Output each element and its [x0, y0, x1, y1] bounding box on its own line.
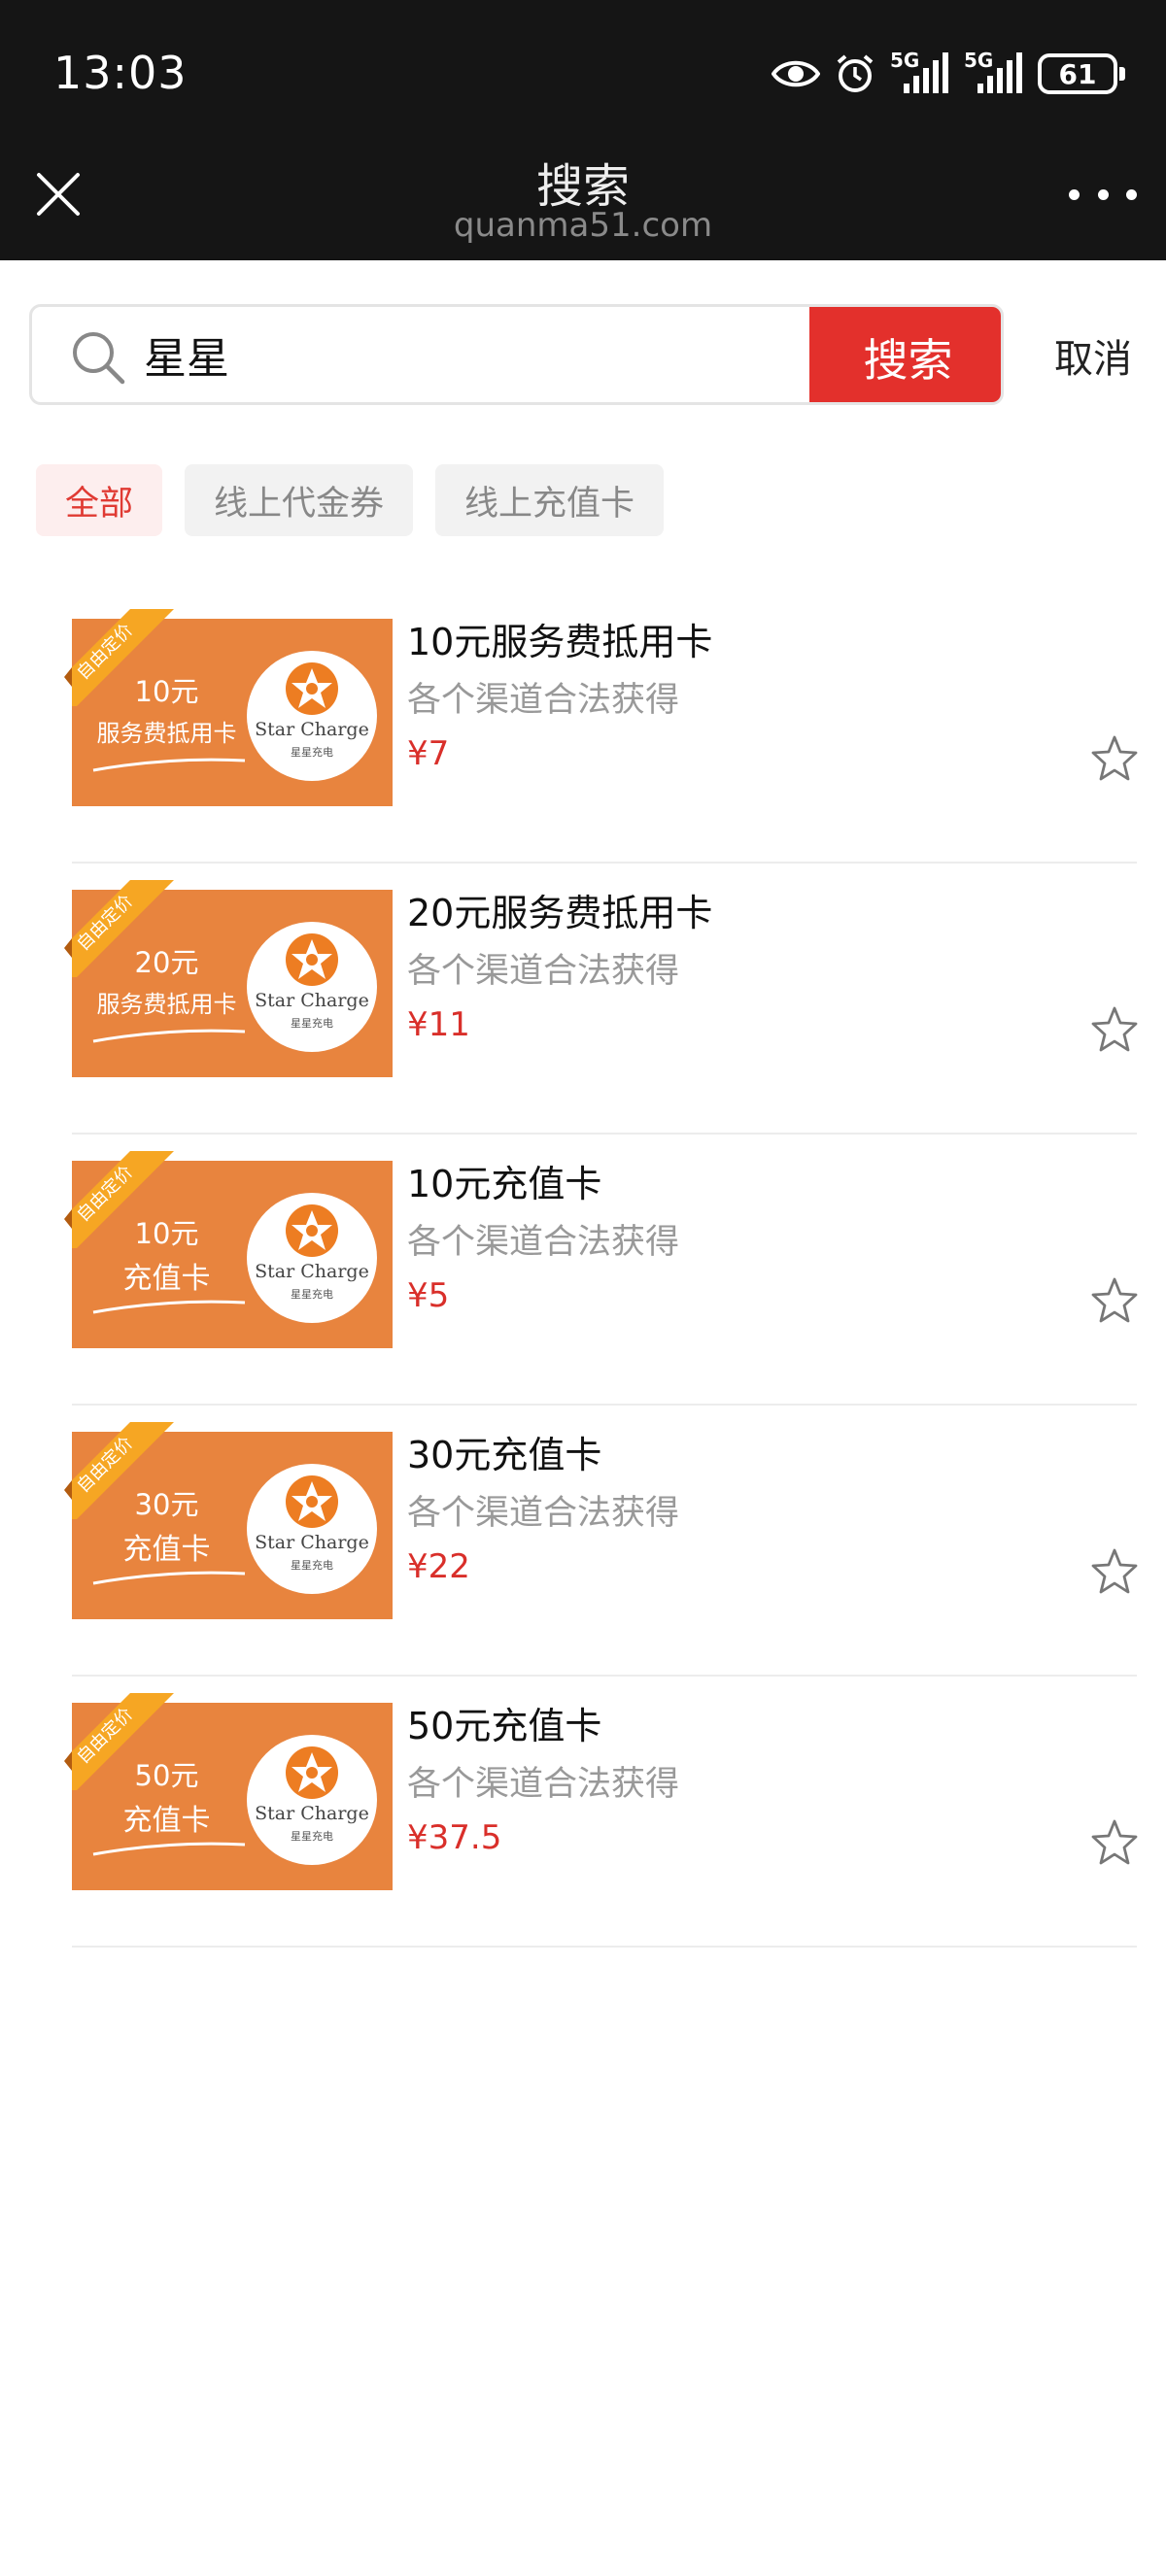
status-icons: 5G 5G 61 — [772, 49, 1125, 99]
item-title: 30元充值卡 — [407, 1434, 602, 1476]
cancel-button[interactable]: 取消 — [1054, 327, 1132, 384]
item-price: ¥7 — [407, 734, 450, 773]
item-desc: 各个渠道合法获得 — [407, 1494, 680, 1533]
product-thumbnail: 自由定价 50元 充值卡 Star Charge 星星充电 — [64, 1693, 393, 1890]
search-box: 搜索 — [29, 304, 1004, 405]
swoosh-decoration — [92, 758, 246, 772]
brand-logo: Star Charge 星星充电 — [247, 1193, 377, 1323]
brand-name: Star Charge — [255, 1261, 369, 1282]
list-item[interactable]: 自由定价 30元 充值卡 Star Charge 星星充电 30元充值卡 各个渠… — [64, 1406, 1140, 1677]
item-price: ¥5 — [407, 1276, 450, 1315]
star-icon[interactable] — [1089, 1546, 1140, 1597]
item-title: 50元充值卡 — [407, 1705, 602, 1747]
list-item[interactable]: 自由定价 20元 服务费抵用卡 Star Charge 星星充电 20元服务费抵… — [64, 864, 1140, 1135]
thumb-amount: 10元 — [134, 1217, 199, 1250]
signal-bars-icon — [977, 52, 1022, 93]
thumb-amount: 30元 — [134, 1488, 199, 1521]
status-bar: 13:03 5G 5G 61 — [0, 0, 1166, 146]
item-price: ¥22 — [407, 1547, 470, 1586]
item-title: 10元充值卡 — [407, 1163, 602, 1205]
brand-sub: 星星充电 — [291, 746, 333, 759]
thumb-label: 充值卡 — [122, 1533, 211, 1567]
list-item[interactable]: 自由定价 10元 充值卡 Star Charge 星星充电 10元充值卡 各个渠… — [64, 1135, 1140, 1406]
signal-1: 5G — [890, 49, 950, 95]
result-list: 自由定价 10元 服务费抵用卡 Star Charge 星星充电 10元服务费抵… — [64, 593, 1140, 1948]
filter-online-recharge[interactable]: 线上充值卡 — [435, 464, 665, 536]
star-icon[interactable] — [1089, 1004, 1140, 1055]
item-title: 20元服务费抵用卡 — [407, 892, 713, 934]
star-flower-icon — [286, 1204, 338, 1257]
signal-bars-icon — [904, 52, 948, 93]
star-flower-icon — [286, 662, 338, 715]
search-input[interactable] — [144, 307, 824, 402]
brand-sub: 星星充电 — [291, 1830, 333, 1843]
thumb-amount: 20元 — [134, 946, 199, 979]
thumb-amount: 50元 — [134, 1759, 199, 1792]
brand-logo: Star Charge 星星充电 — [247, 922, 377, 1052]
thumb-amount: 10元 — [134, 675, 199, 708]
eye-icon — [772, 60, 820, 87]
battery-level: 61 — [1058, 57, 1097, 90]
filter-online-voucher[interactable]: 线上代金券 — [185, 464, 414, 536]
thumb-label: 充值卡 — [122, 1262, 211, 1296]
list-item[interactable]: 自由定价 50元 充值卡 Star Charge 星星充电 50元充值卡 各个渠… — [64, 1677, 1140, 1948]
star-flower-icon — [286, 1746, 338, 1799]
brand-logo: Star Charge 星星充电 — [247, 1735, 377, 1865]
product-thumbnail: 自由定价 30元 充值卡 Star Charge 星星充电 — [64, 1422, 393, 1619]
item-price: ¥37.5 — [407, 1818, 502, 1857]
product-thumbnail: 自由定价 20元 服务费抵用卡 Star Charge 星星充电 — [64, 880, 393, 1077]
brand-name: Star Charge — [255, 990, 369, 1011]
signal-2: 5G — [964, 49, 1024, 95]
item-title: 10元服务费抵用卡 — [407, 621, 713, 663]
thumb-label: 服务费抵用卡 — [96, 991, 237, 1018]
item-price: ¥11 — [407, 1005, 470, 1044]
item-desc: 各个渠道合法获得 — [407, 681, 680, 720]
thumb-label: 服务费抵用卡 — [96, 720, 237, 747]
search-button[interactable]: 搜索 — [809, 307, 1001, 402]
status-time: 13:03 — [53, 47, 188, 99]
star-icon[interactable] — [1089, 1275, 1140, 1326]
nav-bar: 搜索 quanma51.com — [0, 146, 1166, 260]
star-icon[interactable] — [1089, 1817, 1140, 1868]
page-domain: quanma51.com — [453, 206, 713, 245]
star-flower-icon — [286, 933, 338, 986]
star-flower-icon — [286, 1475, 338, 1528]
brand-sub: 星星充电 — [291, 1017, 333, 1030]
thumb-label: 充值卡 — [122, 1804, 211, 1838]
item-desc: 各个渠道合法获得 — [407, 1765, 680, 1804]
alarm-icon — [837, 54, 874, 92]
filter-tabs: 全部 线上代金券 线上充值卡 — [36, 464, 665, 536]
star-icon[interactable] — [1089, 733, 1140, 784]
swoosh-decoration — [92, 1571, 246, 1585]
brand-name: Star Charge — [255, 1803, 369, 1824]
product-thumbnail: 自由定价 10元 充值卡 Star Charge 星星充电 — [64, 1151, 393, 1348]
swoosh-decoration — [92, 1300, 246, 1314]
search-row: 搜索 取消 — [29, 304, 1137, 405]
product-thumbnail: 自由定价 10元 服务费抵用卡 Star Charge 星星充电 — [64, 609, 393, 806]
item-desc: 各个渠道合法获得 — [407, 1223, 680, 1262]
battery-indicator: 61 — [1038, 53, 1125, 94]
brand-logo: Star Charge 星星充电 — [247, 1464, 377, 1594]
filter-all[interactable]: 全部 — [36, 464, 163, 536]
brand-name: Star Charge — [255, 719, 369, 740]
brand-logo: Star Charge 星星充电 — [247, 651, 377, 781]
list-item[interactable]: 自由定价 10元 服务费抵用卡 Star Charge 星星充电 10元服务费抵… — [64, 593, 1140, 864]
search-icon — [73, 332, 125, 385]
item-desc: 各个渠道合法获得 — [407, 952, 680, 991]
brand-sub: 星星充电 — [291, 1559, 333, 1572]
swoosh-decoration — [92, 1842, 246, 1856]
more-menu-icon[interactable] — [1069, 175, 1137, 214]
brand-sub: 星星充电 — [291, 1288, 333, 1301]
swoosh-decoration — [92, 1029, 246, 1043]
brand-name: Star Charge — [255, 1532, 369, 1553]
